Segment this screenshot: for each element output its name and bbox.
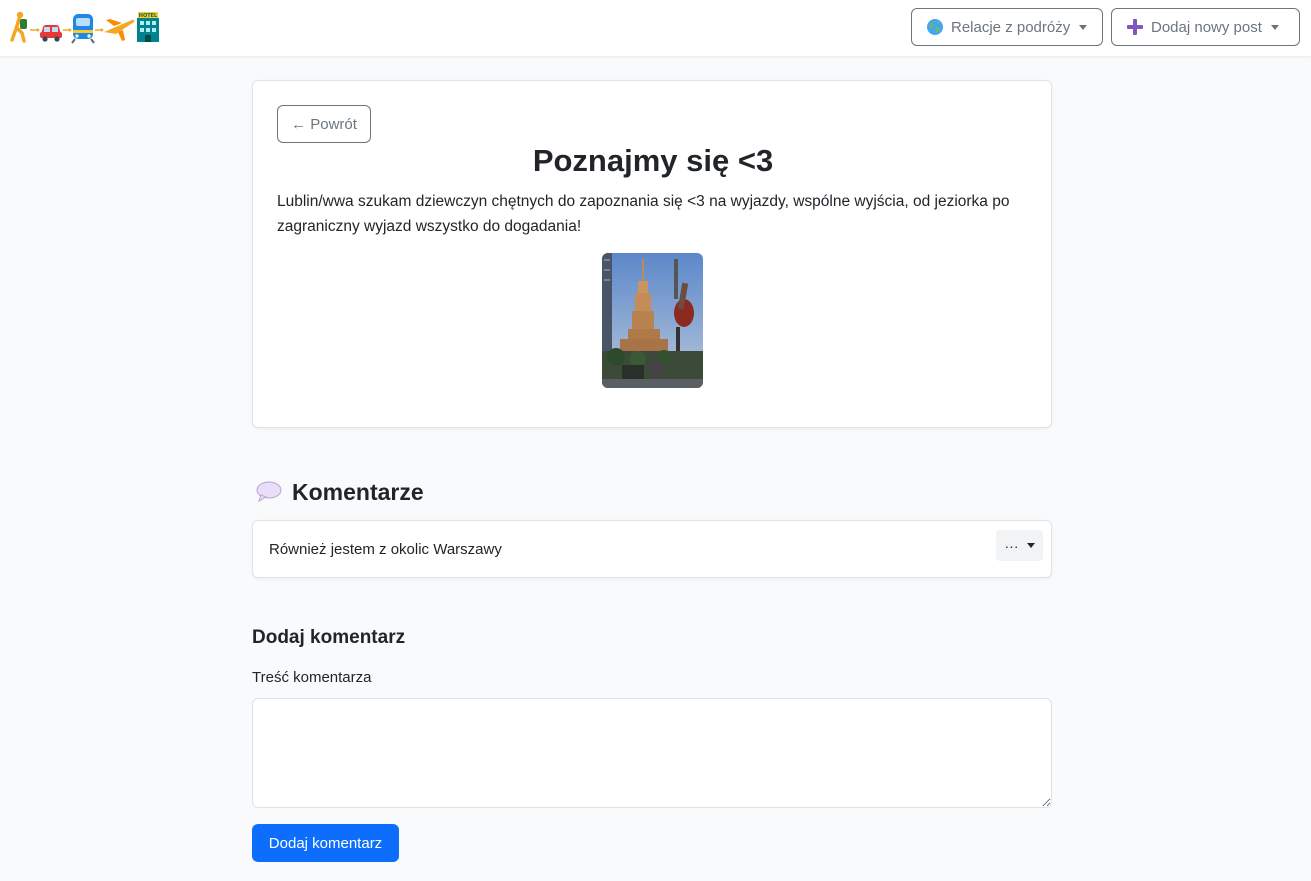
add-comment-heading: Dodaj komentarz — [252, 627, 406, 648]
car-icon — [40, 25, 62, 42]
train-icon — [71, 14, 95, 44]
comments-heading: Komentarze — [256, 476, 424, 508]
speech-bubble-icon — [256, 481, 282, 503]
comment-options-label: ··· — [1004, 537, 1019, 554]
comment-textarea[interactable] — [252, 698, 1052, 808]
add-post-dropdown-button[interactable]: Dodaj nowy post — [1111, 8, 1300, 46]
chevron-down-icon — [1026, 543, 1035, 548]
post-image[interactable] — [602, 253, 703, 388]
site-logo[interactable]: HOTEL — [10, 10, 162, 44]
relacje-label: Relacje z podróży — [951, 18, 1071, 36]
post-body: Lublin/wwa szukam dziewczyn chętnych do … — [277, 193, 1010, 235]
post-title: Poznajmy się <3 — [532, 143, 774, 178]
navbar: HOTEL Relacje z podróży Dodaj nowy post — [0, 0, 1311, 56]
comment-text: Również jestem z okolic Warszawy — [269, 541, 502, 558]
comments-heading-label: Komentarze — [292, 478, 424, 505]
comment-field-label: Treść komentarza — [252, 669, 372, 686]
chevron-down-icon — [1270, 24, 1279, 30]
globe-icon — [926, 18, 944, 36]
back-button[interactable]: ← Powrót — [277, 105, 371, 143]
hotel-sign-text: HOTEL — [139, 13, 158, 19]
chevron-down-icon — [1079, 24, 1088, 30]
add-post-label: Dodaj nowy post — [1151, 18, 1262, 36]
walking-person-icon — [10, 11, 27, 43]
add-comment-button[interactable]: Dodaj komentarz — [252, 824, 399, 862]
hotel-icon: HOTEL — [137, 12, 159, 42]
airplane-icon — [104, 19, 135, 41]
plus-icon — [1126, 18, 1144, 36]
relacje-dropdown-button[interactable]: Relacje z podróży — [911, 8, 1103, 46]
post-card: ← Powrót Poznajmy się <3 Lublin/wwa szuk… — [252, 80, 1052, 428]
comment-item: Również jestem z okolic Warszawy ··· — [252, 520, 1052, 578]
comment-options-button[interactable]: ··· — [996, 530, 1043, 561]
